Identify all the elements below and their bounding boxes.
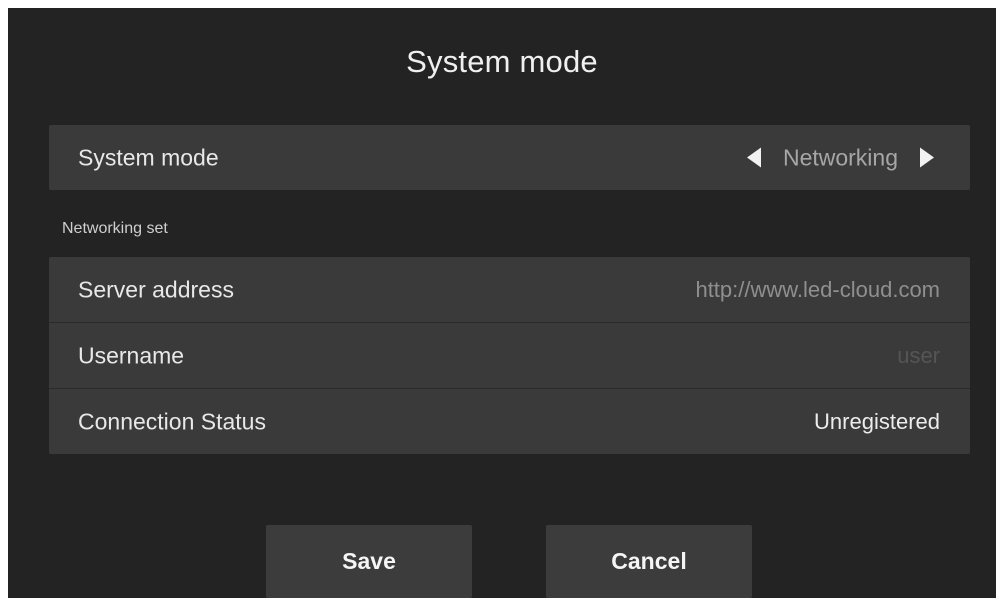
save-button[interactable]: Save [266,525,472,598]
networking-settings-group: Server address http://www.led-cloud.com … [49,257,970,454]
triangle-right-icon[interactable] [920,147,934,168]
connection-status-value: Unregistered [814,408,940,434]
cancel-button[interactable]: Cancel [546,525,752,598]
triangle-left-icon[interactable] [746,147,761,168]
networking-set-heading: Networking set [62,220,168,237]
system-mode-label: System mode [78,144,219,170]
username-label: Username [78,342,185,368]
system-mode-row[interactable]: System mode Networking [49,125,970,190]
system-mode-dialog: System mode System mode Networking Netwo… [8,8,996,598]
system-mode-value: Networking [782,144,898,170]
username-row[interactable]: Username user [49,323,970,389]
connection-status-label: Connection Status [78,408,266,434]
server-address-field[interactable]: http://www.led-cloud.com [695,277,940,303]
server-address-label: Server address [78,276,234,302]
system-mode-selector[interactable]: Networking [746,144,934,171]
username-field[interactable]: user [897,343,940,369]
connection-status-row: Connection Status Unregistered [49,389,970,454]
dialog-title: System mode [406,44,598,79]
server-address-row[interactable]: Server address http://www.led-cloud.com [49,257,970,323]
